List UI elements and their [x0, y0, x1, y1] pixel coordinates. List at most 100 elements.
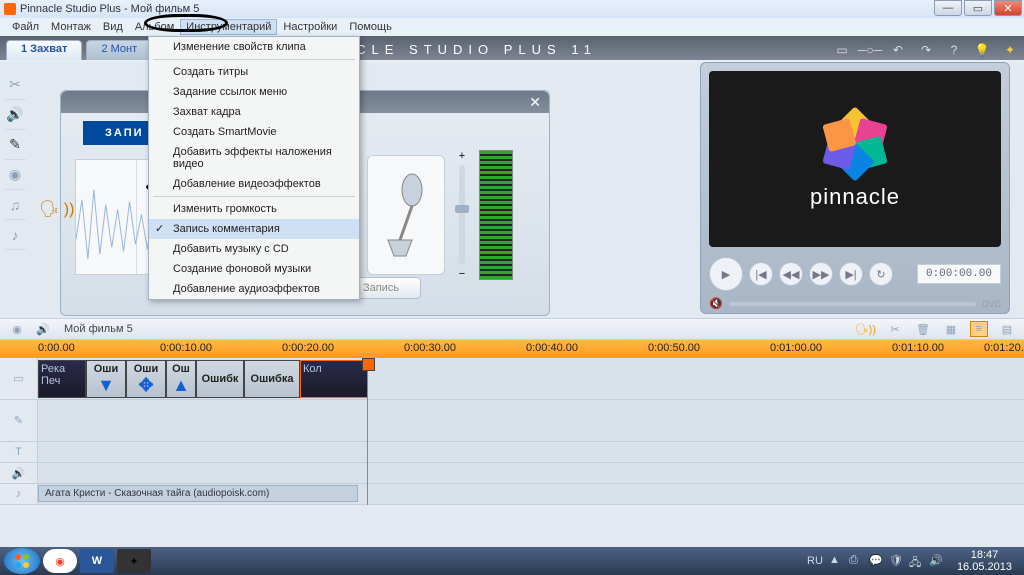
dd-add-cd-music[interactable]: Добавить музыку с CD — [149, 239, 359, 259]
razor-icon[interactable]: ✂ — [886, 321, 904, 337]
clip-err-3[interactable]: Ош▲ — [166, 360, 196, 398]
window-title: Pinnacle Studio Plus - Мой фильм 5 — [20, 3, 199, 15]
menu-file[interactable]: Файл — [6, 19, 45, 35]
time-ruler[interactable]: 0:00.00 0:00:10.00 0:00:20.00 0:00:30.00… — [0, 340, 1024, 358]
clip-err-5[interactable]: Ошибка — [244, 360, 300, 398]
menu-tools[interactable]: Инструментарий — [180, 19, 277, 35]
tray-flag-icon[interactable]: ▲ — [829, 554, 843, 568]
vu-meter — [479, 150, 513, 280]
title-track: T — [0, 442, 1024, 463]
header-toolbar: ▭ ─○─ ↶ ↷ ? 💡 ✦ — [834, 40, 1018, 60]
timeline-view-icon[interactable]: ≡ — [970, 321, 988, 337]
text-view-icon[interactable]: ▤ — [998, 321, 1016, 337]
music-icon[interactable]: ♫ — [4, 190, 26, 220]
dd-create-titles[interactable]: Создать титры — [149, 62, 359, 82]
slider-icon[interactable]: ─○─ — [862, 42, 878, 58]
clip-err-2[interactable]: Оши✥ — [126, 360, 166, 398]
overlay-track-icon[interactable]: ✎ — [0, 400, 38, 441]
forward-button[interactable]: ▶▶ — [809, 262, 833, 286]
layout-icon[interactable]: ▭ — [834, 42, 850, 58]
tool-speaker-icon[interactable]: 🔊 — [34, 321, 52, 337]
taskbar-word[interactable]: W — [80, 549, 114, 573]
tray-chat-icon[interactable]: 💬 — [869, 554, 883, 568]
microphone-icon — [367, 155, 445, 275]
clip-err-1[interactable]: Оши▼ — [86, 360, 126, 398]
menu-settings[interactable]: Настройки — [277, 19, 343, 35]
start-button[interactable] — [4, 548, 40, 574]
taskbar-pinnacle[interactable]: ✦ — [117, 549, 151, 573]
menu-album[interactable]: Альбом — [129, 19, 180, 35]
tracks-area: ▭ Река Печ Оши▼ Оши✥ Ош▲ Ошибк Ошибка Ко… — [0, 358, 1024, 505]
dd-audio-effects[interactable]: Добавление аудиоэффектов — [149, 279, 359, 299]
tray-lang[interactable]: RU — [807, 555, 823, 567]
tray-printer-icon[interactable]: ⎙ — [849, 554, 863, 568]
dd-menu-links[interactable]: Задание ссылок меню — [149, 82, 359, 102]
menu-edit[interactable]: Монтаж — [45, 19, 97, 35]
dd-clip-properties[interactable]: Изменение свойств клипа — [149, 37, 359, 57]
mute-icon[interactable]: 🔇 — [709, 297, 723, 310]
app-icon — [4, 3, 16, 15]
dd-overlay-effects[interactable]: Добавить эффекты наложения видео — [149, 142, 359, 174]
premium-icon[interactable]: ✦ — [1002, 42, 1018, 58]
title-bar: Pinnacle Studio Plus - Мой фильм 5 — ▭ ✕ — [0, 0, 1024, 18]
dd-record-comment[interactable]: ✓Запись комментария — [149, 219, 359, 239]
dd-bg-music[interactable]: Создание фоновой музыки — [149, 259, 359, 279]
close-button[interactable]: ✕ — [994, 0, 1022, 16]
undo-icon[interactable]: ↶ — [890, 42, 906, 58]
volume-track[interactable] — [729, 302, 976, 306]
clip-1[interactable]: Река Печ — [38, 360, 86, 398]
clip-err-4[interactable]: Ошибк — [196, 360, 244, 398]
tray-volume-icon[interactable]: 🔊 — [929, 554, 943, 568]
video-track-icon[interactable]: ▭ — [0, 358, 38, 399]
rewind-button[interactable]: ◀◀ — [779, 262, 803, 286]
dd-video-effects[interactable]: Добавление видеоэффектов — [149, 174, 359, 194]
redo-icon[interactable]: ↷ — [918, 42, 934, 58]
preview-screen: pinnacle — [709, 71, 1001, 247]
dvd-icon[interactable]: DVD — [982, 299, 1001, 309]
taskbar: ◉ W ✦ RU ▲ ⎙ 💬 🛡 🖧 🔊 18:47 16.05.2013 — [0, 547, 1024, 575]
tool-disc-icon[interactable]: ◉ — [8, 321, 26, 337]
panel-close-icon[interactable]: ✕ — [529, 94, 541, 111]
tab-edit[interactable]: 2 Монт — [86, 40, 152, 60]
maximize-button[interactable]: ▭ — [964, 0, 992, 16]
voice-track: 🔊 — [0, 463, 1024, 484]
taskbar-chrome[interactable]: ◉ — [43, 549, 77, 573]
tray-shield-icon[interactable]: 🛡 — [889, 554, 903, 568]
minimize-button[interactable]: — — [934, 0, 962, 16]
title-track-icon[interactable]: T — [0, 442, 38, 462]
disc-icon[interactable]: ◉ — [4, 160, 26, 190]
go-end-button[interactable]: ▶| — [839, 262, 863, 286]
go-start-button[interactable]: |◀ — [749, 262, 773, 286]
trash-icon[interactable]: 🗑 — [914, 321, 932, 337]
menu-view[interactable]: Вид — [97, 19, 129, 35]
scribble-icon[interactable]: ✎ — [4, 130, 26, 160]
audio-clip[interactable]: Агата Кристи - Сказочная тайга (audiopoi… — [38, 485, 358, 502]
clip-2[interactable]: Кол — [300, 360, 368, 398]
pinnacle-word: pinnacle — [810, 184, 900, 210]
dd-grab-frame[interactable]: Захват кадра — [149, 102, 359, 122]
storyboard-view-icon[interactable]: ▦ — [942, 321, 960, 337]
volume-slider[interactable]: + − — [459, 150, 465, 280]
play-button[interactable]: ▶ — [709, 257, 743, 291]
timecode-display: 0:00:00.00 — [917, 264, 1001, 284]
menu-bar: Файл Монтаж Вид Альбом Инструментарий На… — [0, 18, 1024, 36]
video-track: ▭ Река Печ Оши▼ Оши✥ Ош▲ Ошибк Ошибка Ко… — [0, 358, 1024, 400]
dd-smartmovie[interactable]: Создать SmartMovie — [149, 122, 359, 142]
scissors-icon[interactable]: ✂ — [4, 70, 26, 100]
video-track-body[interactable]: Река Печ Оши▼ Оши✥ Ош▲ Ошибк Ошибка Кол — [38, 358, 1024, 399]
speaker-icon[interactable]: 🔊 — [4, 100, 26, 130]
overlay-track: ✎ — [0, 400, 1024, 442]
bulb-icon[interactable]: 💡 — [974, 42, 990, 58]
dd-change-volume[interactable]: Изменить громкость — [149, 199, 359, 219]
voice-track-icon[interactable]: 🔊 — [0, 463, 38, 483]
tab-capture[interactable]: 1 Захват — [6, 40, 82, 60]
pinnacle-logo — [819, 108, 891, 180]
playhead[interactable] — [367, 358, 368, 505]
loop-button[interactable]: ↻ — [869, 262, 893, 286]
tray-network-icon[interactable]: 🖧 — [909, 554, 923, 568]
music-track-icon[interactable]: ♪ — [0, 484, 38, 504]
menu-help[interactable]: Помощь — [343, 19, 398, 35]
tray-clock[interactable]: 18:47 16.05.2013 — [949, 549, 1020, 573]
note-icon[interactable]: ♪ — [4, 220, 26, 250]
help-icon[interactable]: ? — [946, 42, 962, 58]
